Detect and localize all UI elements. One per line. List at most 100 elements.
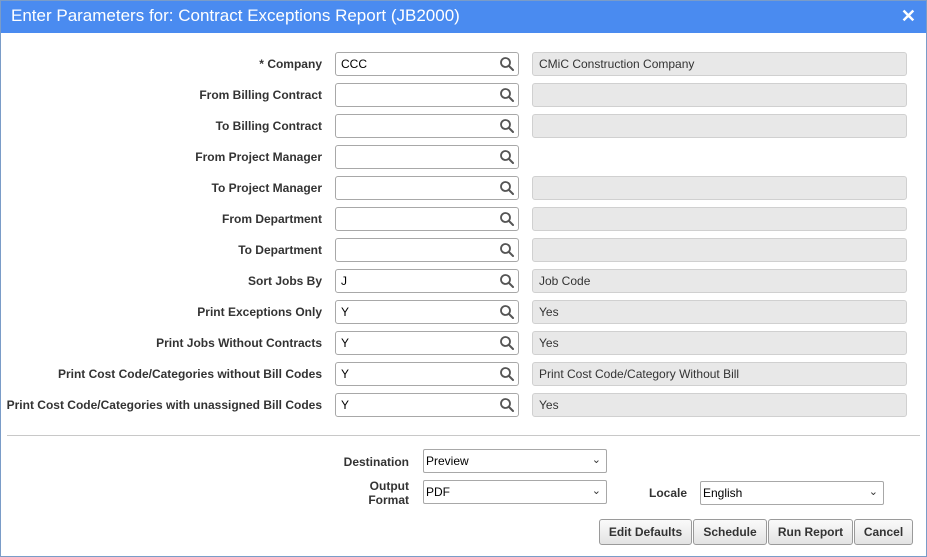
parameter-description [532,176,907,200]
destination-select[interactable]: Preview ⌄ [423,449,607,473]
parameter-label: From Department [222,212,322,226]
parameter-label-text: To Department [238,243,322,257]
parameter-row: Print Cost Code/Categories without Bill … [1,362,926,386]
search-icon[interactable] [499,87,515,103]
parameter-input[interactable] [341,273,491,289]
dialog-title: Enter Parameters for: Contract Exception… [11,6,460,25]
parameter-input[interactable] [341,56,491,72]
search-icon[interactable] [499,180,515,196]
locale-select[interactable]: English ⌄ [700,481,884,505]
parameter-label-text: From Billing Contract [199,88,322,102]
required-mark: * [259,57,264,71]
parameter-label-text: Print Cost Code/Categories without Bill … [57,367,322,381]
search-icon[interactable] [499,273,515,289]
search-icon[interactable] [499,304,515,320]
parameter-description-text: Job Code [539,274,591,288]
parameter-input[interactable] [341,87,491,103]
parameter-label: Sort Jobs By [248,274,322,288]
parameter-label: * Company [259,57,322,71]
parameter-lov-field[interactable] [335,269,519,293]
parameter-label-text: Print Jobs Without Contracts [156,336,322,350]
output-format-value: PDF [426,485,450,499]
search-icon[interactable] [499,242,515,258]
parameter-lov-field[interactable] [335,207,519,231]
destination-label: Destination [343,455,409,469]
parameter-lov-field[interactable] [335,300,519,324]
parameter-description-text: Yes [539,305,559,319]
parameter-row: Print Cost Code/Categories with unassign… [1,393,926,417]
parameter-row: Sort Jobs By Job Code [1,269,926,293]
edit-defaults-button[interactable]: Edit Defaults [599,519,692,545]
parameter-description-text: Yes [539,398,559,412]
parameter-lov-field[interactable] [335,362,519,386]
parameter-lov-field[interactable] [335,331,519,355]
parameter-row: Print Exceptions Only Yes [1,300,926,324]
search-icon[interactable] [499,397,515,413]
search-icon[interactable] [499,149,515,165]
parameter-row: To Billing Contract [1,114,926,138]
parameter-input[interactable] [341,304,491,320]
parameter-lov-field[interactable] [335,83,519,107]
parameter-description: Yes [532,300,907,324]
parameter-label: Print Jobs Without Contracts [156,336,322,350]
parameter-row: * Company CMiC Construction Company [1,52,926,76]
parameter-input[interactable] [341,180,491,196]
search-icon[interactable] [499,118,515,134]
parameter-lov-field[interactable] [335,52,519,76]
parameter-row: To Department [1,238,926,262]
chevron-down-icon: ⌄ [868,486,878,498]
parameter-label-text: Print Cost Code/Categories with unassign… [6,398,322,412]
parameter-description: Job Code [532,269,907,293]
parameter-label-text: Company [267,57,322,71]
parameter-lov-field[interactable] [335,176,519,200]
parameter-description: CMiC Construction Company [532,52,907,76]
parameter-description [532,114,907,138]
chevron-down-icon: ⌄ [591,485,601,497]
locale-value: English [703,486,743,500]
parameter-input[interactable] [341,242,491,258]
parameter-label-text: Print Exceptions Only [197,305,322,319]
output-format-select[interactable]: PDF ⌄ [423,480,607,504]
output-format-label: Output Format [331,479,409,507]
parameter-row: From Project Manager [1,145,926,169]
parameter-label-text: To Billing Contract [215,119,322,133]
report-parameters-dialog: Enter Parameters for: Contract Exception… [0,0,927,557]
search-icon[interactable] [499,335,515,351]
parameter-lov-field[interactable] [335,114,519,138]
search-icon[interactable] [499,366,515,382]
parameter-row: Print Jobs Without Contracts Yes [1,331,926,355]
parameter-lov-field[interactable] [335,238,519,262]
search-icon[interactable] [499,56,515,72]
chevron-down-icon: ⌄ [591,454,601,466]
parameter-input[interactable] [341,149,491,165]
parameter-lov-field[interactable] [335,145,519,169]
close-icon[interactable]: ✕ [901,6,916,27]
run-report-button[interactable]: Run Report [768,519,853,545]
parameter-description: Print Cost Code/Category Without Bill [532,362,907,386]
output-format-label-line1: Output [369,479,409,493]
parameter-label: From Project Manager [195,150,322,164]
parameter-label-text: Sort Jobs By [247,274,322,288]
parameter-input[interactable] [341,335,491,351]
parameter-description [532,207,907,231]
parameter-description: Yes [532,393,907,417]
section-divider [7,435,920,436]
cancel-button[interactable]: Cancel [854,519,913,545]
parameter-label-text: From Department [221,212,322,226]
parameter-label-text: From Project Manager [195,150,322,164]
parameter-lov-field[interactable] [335,393,519,417]
parameter-input[interactable] [341,397,491,413]
parameter-input[interactable] [341,366,491,382]
parameter-description [532,83,907,107]
parameter-description-text: CMiC Construction Company [539,57,695,71]
output-format-label-line2: Format [368,493,409,507]
schedule-button[interactable]: Schedule [693,519,767,545]
search-icon[interactable] [499,211,515,227]
parameter-input[interactable] [341,118,491,134]
parameter-label: To Department [238,243,322,257]
parameter-label: Print Cost Code/Categories without Bill … [58,367,322,381]
parameter-row: To Project Manager [1,176,926,200]
parameter-description: Yes [532,331,907,355]
parameter-label-text: To Project Manager [211,181,322,195]
parameter-input[interactable] [341,211,491,227]
